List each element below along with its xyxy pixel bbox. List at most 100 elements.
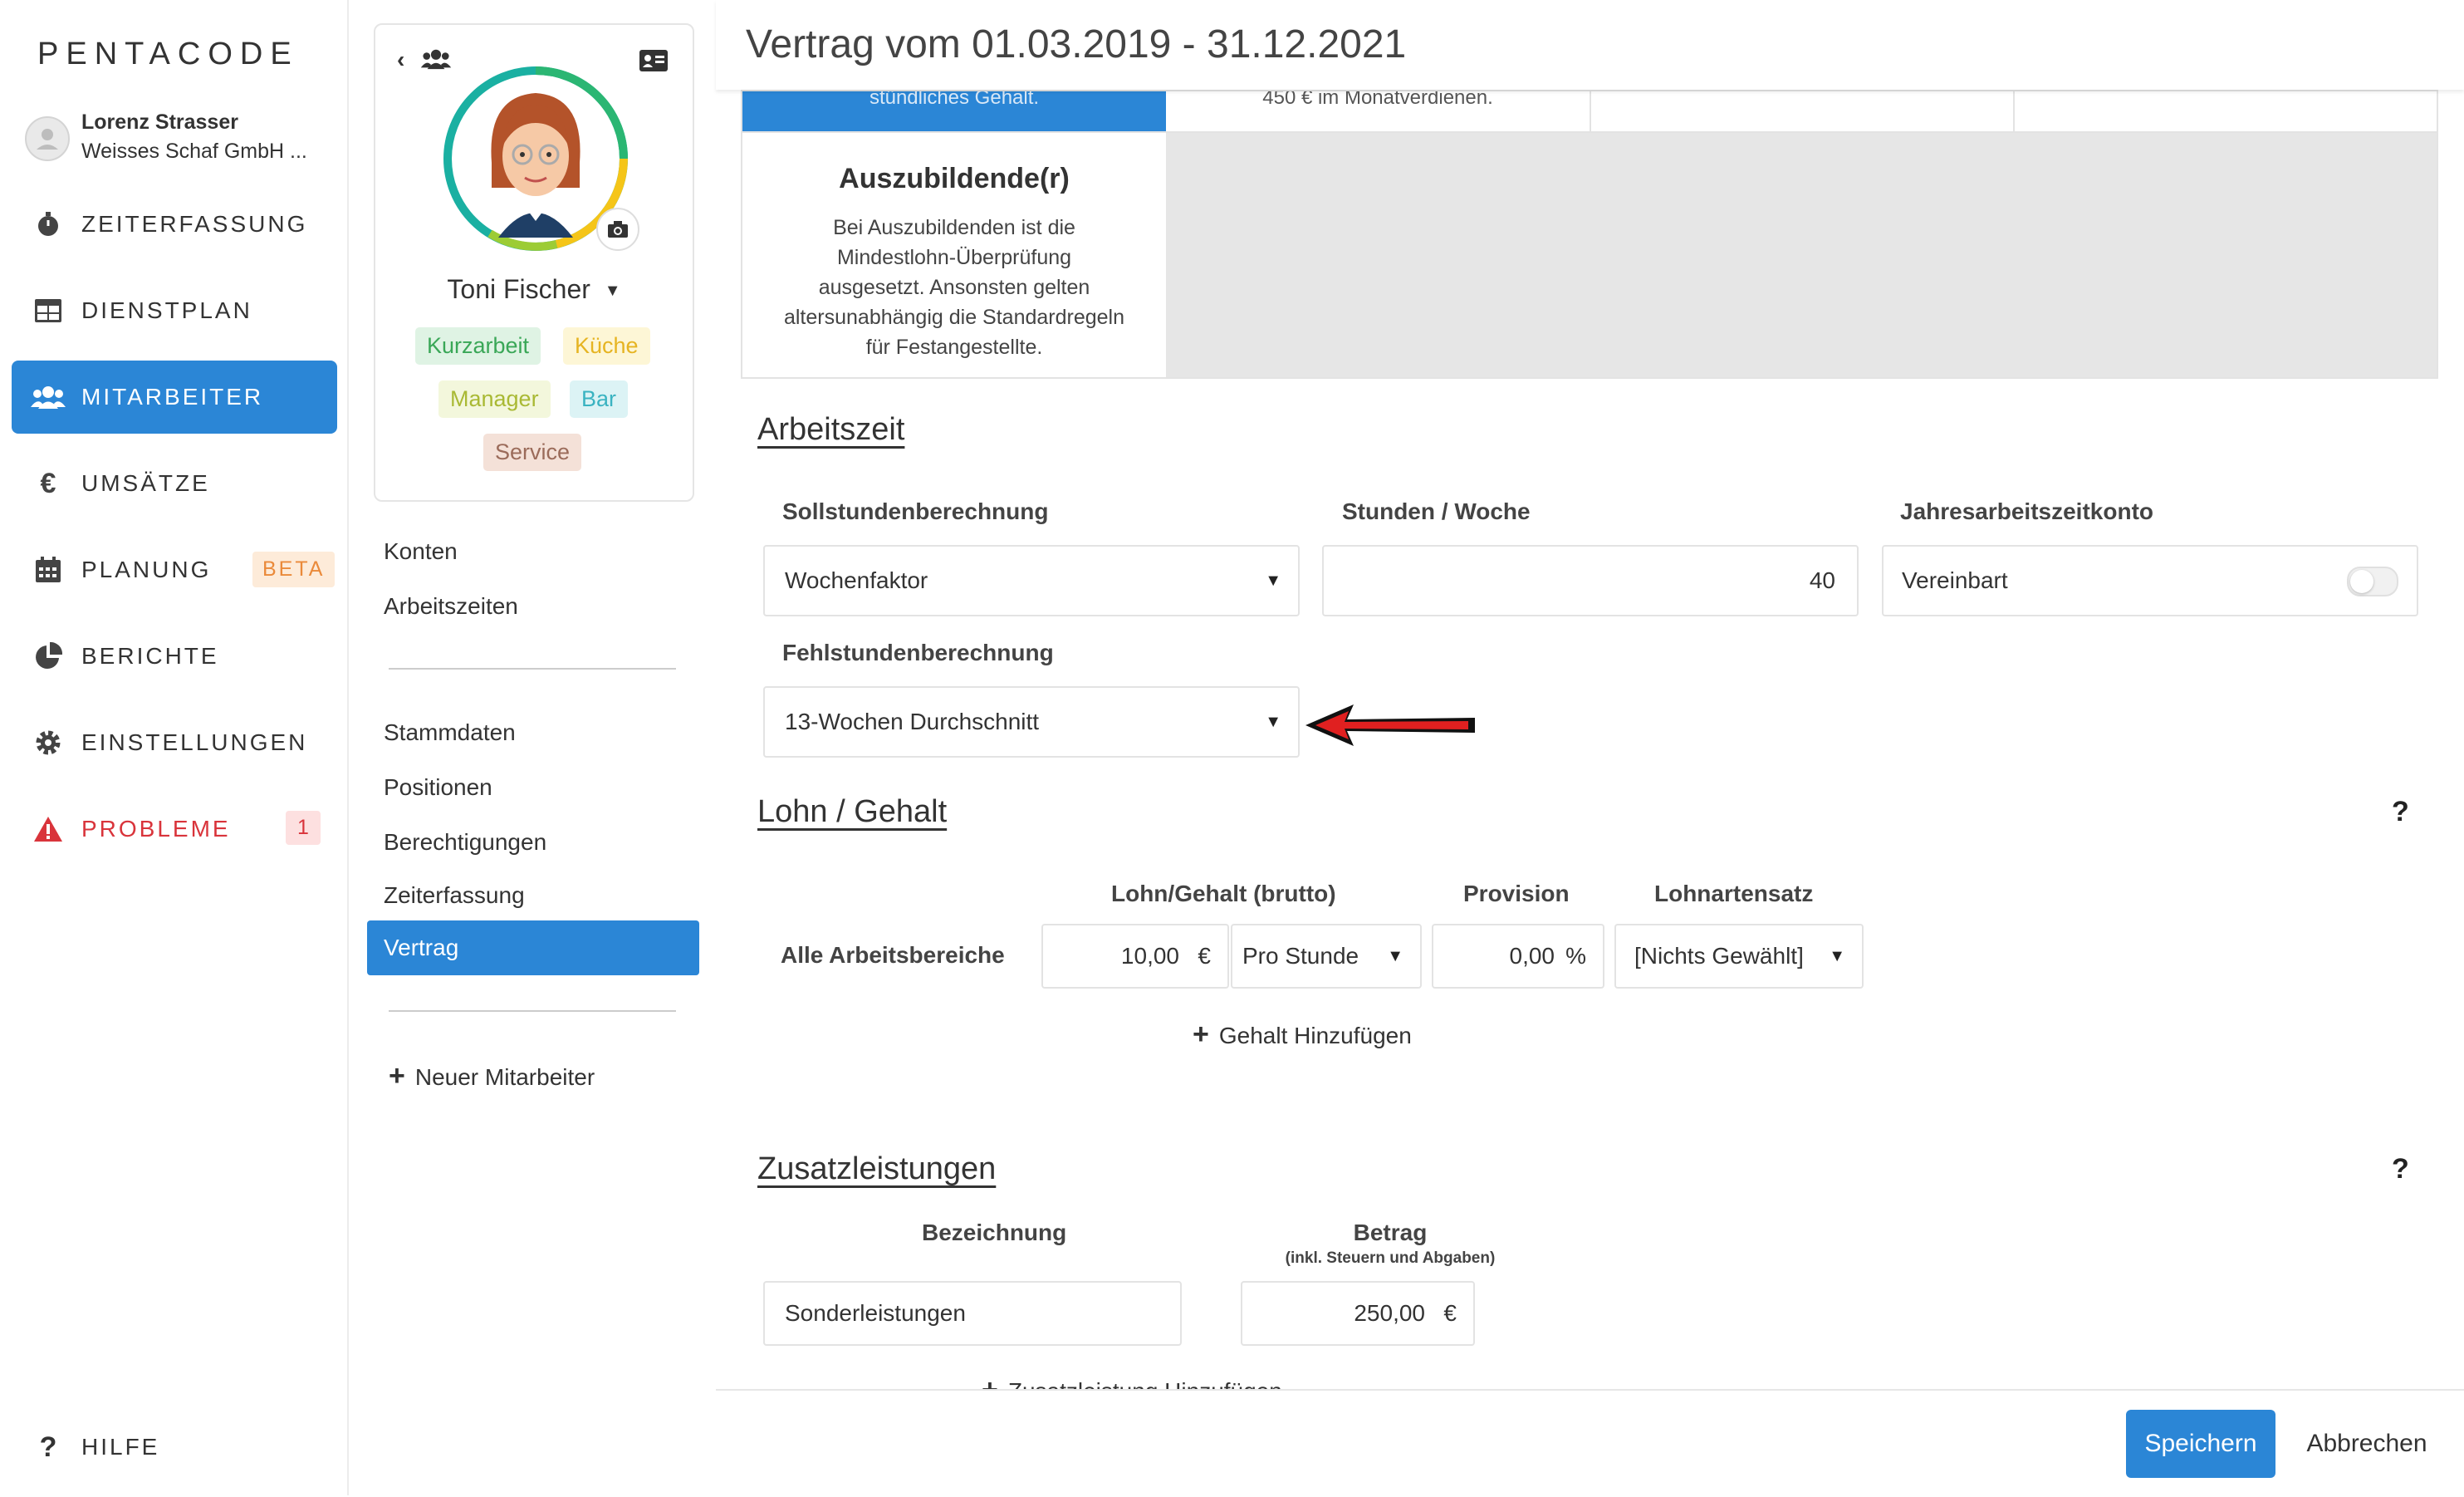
- apprentice-line: für Festangestellte.: [865, 336, 1043, 359]
- nav-item-hilfe[interactable]: ? HILFE: [12, 1411, 337, 1484]
- employee-name-dropdown[interactable]: Toni Fischer ▼: [375, 274, 693, 305]
- section-zusatzleistungen: Zusatzleistungen: [757, 1151, 997, 1186]
- vereinbart-toggle[interactable]: [2347, 567, 2398, 596]
- input-stunden-woche[interactable]: 40: [1322, 545, 1859, 616]
- link-zeiterfassung[interactable]: Zeiterfassung: [384, 882, 525, 909]
- cancel-button[interactable]: Abbrechen: [2300, 1410, 2433, 1478]
- input-provision[interactable]: 0,00 %: [1432, 924, 1604, 989]
- stopwatch-icon: [30, 206, 66, 243]
- nav-item-umsaetze[interactable]: € UMSÄTZE: [12, 447, 337, 520]
- input-betrag-value: 250,00: [1354, 1300, 1425, 1326]
- nav-label: MITARBEITER: [81, 384, 264, 410]
- link-arbeitszeiten[interactable]: Arbeitszeiten: [384, 593, 518, 620]
- new-employee-button[interactable]: + Neuer Mitarbeiter: [389, 1060, 595, 1092]
- apprentice-line: altersunabhängig die Standardregeln: [783, 306, 1125, 329]
- tag-bar: Bar: [570, 380, 629, 418]
- nav-item-zeiterfassung[interactable]: ZEITERFASSUNG: [12, 188, 337, 261]
- col-provision: Provision: [1463, 881, 1570, 906]
- caret-down-icon: ▼: [1265, 571, 1281, 590]
- link-berechtigungen[interactable]: Berechtigungen: [384, 829, 546, 856]
- question-icon: ?: [39, 1431, 57, 1463]
- id-card-icon[interactable]: [639, 50, 668, 76]
- link-positionen[interactable]: Positionen: [384, 774, 492, 801]
- nav-item-probleme[interactable]: PROBLEME 1: [12, 793, 337, 866]
- gear-icon: [30, 724, 66, 761]
- red-arrow-annotation: [1305, 704, 1475, 746]
- select-sollstunden[interactable]: Wochenfaktor ▼: [763, 545, 1300, 616]
- input-lohn-betrag[interactable]: 10,00 €: [1041, 924, 1229, 989]
- tag-kueche: Küche: [563, 327, 650, 365]
- user-name[interactable]: Lorenz Strasser: [81, 110, 238, 135]
- nav-item-planung[interactable]: PLANUNG BETA: [12, 533, 337, 606]
- nav-label: PROBLEME: [81, 816, 231, 842]
- input-provision-value: 0,00: [1509, 943, 1555, 969]
- tag-kurzarbeit: Kurzarbeit: [415, 327, 541, 365]
- label-stunden-woche: Stunden / Woche: [1342, 498, 1531, 524]
- section-lohn-gehalt: Lohn / Gehalt: [757, 794, 948, 829]
- caret-down-icon: ▼: [1829, 946, 1845, 965]
- euro-unit: €: [1443, 1300, 1457, 1326]
- page-title: Vertrag vom 01.03.2019 - 31.12.2021: [746, 22, 1407, 66]
- percent-unit: %: [1565, 943, 1586, 969]
- cell-divider: [1590, 91, 1591, 131]
- section-arbeitszeit: Arbeitszeit: [757, 412, 905, 447]
- input-bezeichnung-value: Sonderleistungen: [785, 1300, 966, 1326]
- select-fehlstunden[interactable]: 13-Wochen Durchschnitt ▼: [763, 686, 1300, 758]
- empty-cell: [1166, 133, 2437, 377]
- problem-count-badge: 1: [286, 811, 321, 845]
- help-lohn-icon[interactable]: ?: [2392, 796, 2409, 828]
- nav-item-mitarbeiter[interactable]: MITARBEITER: [12, 361, 337, 434]
- euro-unit: €: [1198, 943, 1211, 969]
- apprentice-cell[interactable]: Auszubildende(r) Bei Auszubildenden ist …: [742, 133, 1166, 377]
- divider: [389, 668, 676, 670]
- input-lohn-betrag-value: 10,00: [1120, 943, 1179, 969]
- link-vertrag[interactable]: Vertrag: [367, 920, 699, 975]
- select-sollstunden-value: Wochenfaktor: [785, 567, 928, 593]
- back-icon[interactable]: ‹: [397, 47, 404, 73]
- apprentice-line: Mindestlohn-Überprüfung: [836, 246, 1072, 269]
- nav-item-einstellungen[interactable]: EINSTELLUNGEN: [12, 706, 337, 779]
- nav-label: HILFE: [81, 1434, 160, 1460]
- main-navigation: PENTACODE Lorenz Strasser Weisses Schaf …: [0, 0, 349, 1495]
- nav-label: EINSTELLUNGEN: [81, 729, 308, 755]
- input-betrag[interactable]: 250,00 €: [1241, 1281, 1475, 1346]
- pentacode-logo[interactable]: PENTACODE: [37, 37, 299, 72]
- label-fehlstunden: Fehlstundenberechnung: [782, 640, 1054, 665]
- cell-divider: [2013, 91, 2015, 131]
- camera-icon[interactable]: [596, 208, 639, 251]
- title-bar: Vertrag vom 01.03.2019 - 31.12.2021: [716, 0, 2464, 90]
- nav-label: BERICHTE: [81, 643, 219, 669]
- select-lohnartensatz[interactable]: [Nichts Gewählt] ▼: [1614, 924, 1864, 989]
- link-vertrag-label: Vertrag: [384, 935, 459, 960]
- nav-label: ZEITERFASSUNG: [81, 211, 308, 237]
- select-lohn-periode-value: Pro Stunde: [1242, 943, 1359, 969]
- nav-label: UMSÄTZE: [81, 470, 210, 496]
- users-icon: [30, 379, 66, 415]
- user-avatar[interactable]: [25, 116, 70, 161]
- row-alle-arbeitsbereiche: Alle Arbeitsbereiche: [781, 942, 1005, 968]
- add-gehalt-button[interactable]: + Gehalt Hinzufügen: [1193, 1018, 1412, 1051]
- apprentice-line: ausgesetzt. Ansonsten gelten: [818, 276, 1090, 299]
- nav-item-dienstplan[interactable]: DIENSTPLAN: [12, 274, 337, 347]
- beta-badge: BETA: [252, 552, 336, 587]
- pie-chart-icon: [30, 638, 66, 675]
- nav-item-berichte[interactable]: BERICHTE: [12, 620, 337, 693]
- caret-down-icon: ▼: [1387, 946, 1403, 965]
- calendar-icon: [30, 552, 66, 588]
- help-zusatz-icon[interactable]: ?: [2392, 1153, 2409, 1185]
- col-lohnartensatz: Lohnartensatz: [1654, 881, 1814, 906]
- jahresarbeitszeitkonto-label: Vereinbart: [1902, 567, 2008, 593]
- user-company[interactable]: Weisses Schaf GmbH ...: [81, 140, 307, 164]
- select-lohnartensatz-value: [Nichts Gewählt]: [1634, 943, 1804, 969]
- input-bezeichnung[interactable]: Sonderleistungen: [763, 1281, 1182, 1346]
- select-lohn-periode[interactable]: Pro Stunde ▼: [1231, 924, 1422, 989]
- save-button[interactable]: Speichern: [2126, 1410, 2275, 1478]
- apprentice-description: Bei Auszubildenden ist die Mindestlohn-Ü…: [742, 213, 1166, 362]
- employee-panel: ‹ Toni Fischer ▼ Kurzarbeit Küche Manage…: [349, 0, 714, 1495]
- cut-cell-left: stündliches Gehalt.: [742, 91, 1166, 131]
- link-stammdaten[interactable]: Stammdaten: [384, 719, 516, 746]
- col-lohn-gehalt: Lohn/Gehalt (brutto): [1111, 881, 1336, 906]
- link-konten[interactable]: Konten: [384, 538, 458, 565]
- new-employee-label: Neuer Mitarbeiter: [414, 1064, 595, 1090]
- contract-form: stündliches Gehalt. 450 € im Monatverdie…: [716, 0, 2464, 1497]
